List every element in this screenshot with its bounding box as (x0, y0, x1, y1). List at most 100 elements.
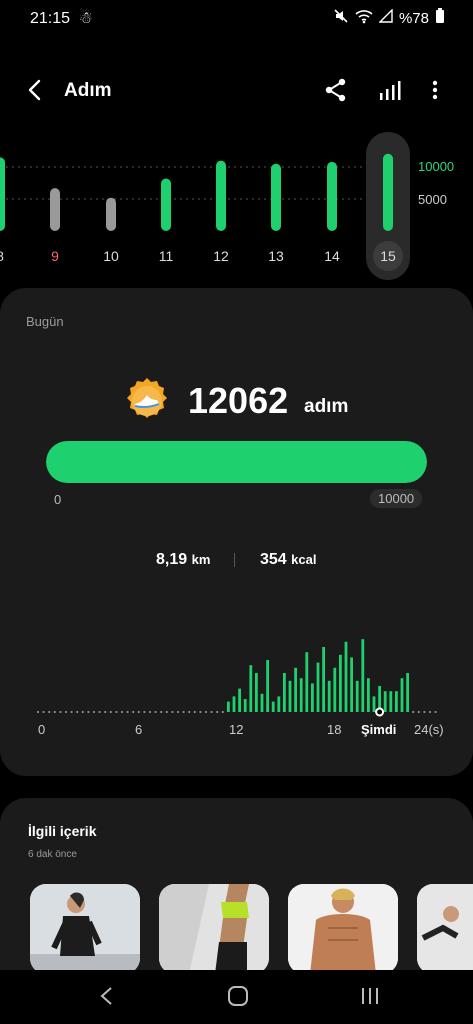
hourly-bar (333, 667, 337, 712)
hourly-dot (64, 710, 68, 714)
day-bar (216, 160, 226, 231)
hourly-dot (221, 710, 224, 714)
now-marker (375, 707, 385, 717)
hourly-dot (423, 710, 426, 714)
day-bar (161, 178, 171, 231)
status-time: 21:15 ☃ (30, 10, 93, 27)
hourly-bar (238, 688, 241, 712)
hourly-dot (109, 710, 112, 714)
notification-icon: ☃ (78, 10, 93, 27)
day-bar (327, 161, 337, 231)
day-label: 12 (213, 248, 229, 264)
day-label: 8 (0, 248, 4, 264)
content-thumbnail[interactable] (417, 884, 473, 974)
calories-value: 354 (260, 551, 287, 568)
hourly-dot (70, 710, 73, 714)
weekly-steps-chart[interactable]: 8 9 10 11 12 13 14 15 (0, 130, 473, 280)
hourly-dot (160, 710, 163, 714)
back-arrow-icon (28, 79, 41, 101)
hourly-dot (126, 710, 129, 714)
nav-home-button[interactable] (226, 984, 250, 1013)
goal-min-label: 0 (54, 492, 62, 507)
signal-icon (378, 8, 393, 27)
hourly-dot (412, 710, 415, 714)
stat-divider (234, 553, 235, 567)
hourly-dot (143, 710, 146, 714)
mute-icon (333, 8, 349, 28)
goal-max-label[interactable]: 10000 (370, 489, 423, 508)
day-bar (383, 153, 393, 231)
day-label: 10 (103, 248, 119, 264)
hourly-bar (350, 657, 353, 712)
related-subtitle: 6 dak önce (28, 849, 77, 860)
more-options-button[interactable] (422, 76, 450, 104)
content-thumbnail[interactable] (30, 884, 140, 974)
day-label: 13 (268, 248, 284, 264)
share-button[interactable] (323, 76, 351, 104)
battery-icon (435, 8, 445, 28)
bar-chart-icon (380, 81, 401, 100)
distance-unit: km (191, 552, 211, 567)
hourly-dot (59, 710, 62, 714)
related-title: İlgili içerik (28, 823, 97, 839)
back-button[interactable] (22, 76, 50, 104)
hourly-bar (294, 667, 297, 712)
goal-progress-bar (46, 441, 427, 483)
hourly-bar (355, 680, 359, 712)
hourly-bar (277, 696, 281, 712)
status-icons: %78 (333, 8, 445, 28)
hourly-bar (266, 660, 269, 712)
hourly-dot (36, 710, 40, 714)
more-vertical-icon (432, 80, 438, 100)
hourly-bar (327, 680, 331, 712)
calories-stat: 354 kcal (260, 551, 316, 569)
hourly-bar (255, 673, 258, 712)
hourly-dot (120, 710, 124, 714)
hourly-dot (428, 710, 432, 714)
steps-unit: adım (304, 396, 349, 417)
hourly-dot (81, 710, 84, 714)
day-bar (0, 157, 5, 231)
hourly-bar (322, 647, 325, 712)
hourly-bar (243, 699, 247, 712)
day-bar (50, 188, 60, 231)
hourly-dot (182, 710, 185, 714)
hourly-bar (249, 665, 253, 712)
share-icon (325, 78, 346, 102)
nav-recents-icon (362, 988, 378, 1004)
trends-button[interactable] (377, 76, 405, 104)
hourly-bar (260, 693, 264, 712)
nav-recents-button[interactable] (358, 984, 382, 1013)
hourly-bar (305, 652, 309, 712)
hourly-dot (434, 710, 437, 714)
calories-unit: kcal (291, 552, 317, 567)
hourly-bar (271, 701, 275, 712)
wifi-icon (355, 8, 373, 28)
hourly-bar (361, 639, 365, 712)
hourly-dot (92, 710, 96, 714)
hourly-bar (232, 696, 236, 712)
day-bar (271, 163, 281, 231)
hourly-bar (400, 678, 404, 712)
axis-goal-label: 10000 (418, 159, 455, 174)
hourly-dot (42, 710, 45, 714)
nav-back-button[interactable] (96, 984, 118, 1013)
nav-home-icon (228, 986, 248, 1006)
hourly-dot (76, 710, 79, 714)
day-label: 15 (380, 248, 396, 264)
today-label: Bugün (26, 314, 64, 329)
hourly-dot (204, 710, 208, 714)
hourly-bar (288, 680, 292, 712)
hourly-dot (48, 710, 51, 714)
hourly-dot (210, 710, 213, 714)
hourly-bar (283, 673, 286, 712)
content-thumbnail[interactable] (288, 884, 398, 974)
hourly-dot (137, 710, 140, 714)
content-thumbnail[interactable] (159, 884, 269, 974)
hour-label-24: 24(s) (414, 722, 444, 737)
hourly-bar (344, 641, 348, 712)
goal-progress-fill (46, 441, 427, 483)
shoe-badge-icon (122, 376, 172, 426)
hourly-bar (395, 691, 398, 712)
nav-back-icon (100, 987, 112, 1005)
